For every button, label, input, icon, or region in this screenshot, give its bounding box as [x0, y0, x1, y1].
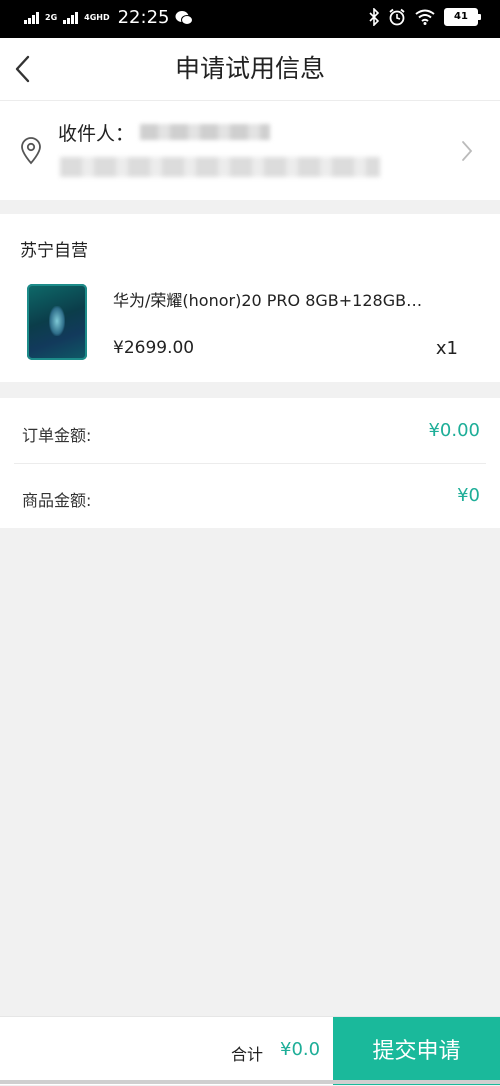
wifi-icon — [415, 9, 435, 25]
order-amount-label: 订单金额: — [22, 426, 92, 445]
status-right: 41 — [369, 8, 481, 26]
status-time: 22:25 — [117, 7, 170, 28]
recipient-label: 收件人： — [58, 123, 135, 145]
nav-bar: 申请试用信息 — [0, 38, 500, 101]
amounts-card: 订单金额: ¥0.00 商品金额: ¥0 — [0, 398, 500, 528]
signal-icon — [24, 11, 39, 24]
status-left: 2G 4GHD 22:25 — [24, 7, 194, 28]
total-value: ¥0.0 — [280, 1039, 321, 1060]
total-label: 合计 — [231, 1045, 264, 1064]
goods-amount-label: 商品金额: — [22, 491, 92, 510]
wechat-icon — [175, 10, 194, 25]
submit-application-button[interactable]: 提交申请 — [333, 1017, 500, 1085]
alarm-icon — [389, 8, 405, 26]
chevron-right-icon — [462, 141, 473, 161]
section-divider — [0, 200, 500, 214]
signal-icon-2 — [63, 11, 79, 24]
location-pin-icon — [21, 137, 41, 165]
product-image[interactable] — [27, 284, 87, 360]
order-amount-row: 订单金额: ¥0.00 — [0, 398, 500, 463]
goods-card: 苏宁自营 华为/荣耀(honor)20 PRO 8GB+128GB… ¥2699… — [0, 214, 500, 382]
goods-amount-row: 商品金额: ¥0 — [0, 463, 500, 528]
page-title: 申请试用信息 — [174, 54, 325, 83]
goods-amount-value: ¥0 — [457, 485, 480, 506]
store-name: 苏宁自营 — [20, 241, 88, 261]
checkout-footer: 合计 ¥0.0 提交申请 — [0, 1016, 500, 1085]
product-quantity: x1 — [435, 338, 458, 359]
status-bar: 2G 4GHD 22:25 41 — [0, 0, 500, 38]
order-amount-value: ¥0.00 — [428, 420, 480, 441]
address-redacted — [60, 157, 380, 177]
battery-indicator: 41 — [444, 8, 481, 26]
network-type-2: 4GHD — [84, 12, 110, 22]
product-price: ¥2699.00 — [113, 338, 195, 358]
product-name[interactable]: 华为/荣耀(honor)20 PRO 8GB+128GB… — [113, 287, 453, 311]
address-card[interactable]: 收件人： — [0, 101, 500, 200]
bottom-edge — [0, 1080, 500, 1084]
network-type-1: 2G — [45, 12, 58, 22]
recipient-name-redacted — [140, 124, 270, 140]
bluetooth-icon — [369, 8, 379, 26]
